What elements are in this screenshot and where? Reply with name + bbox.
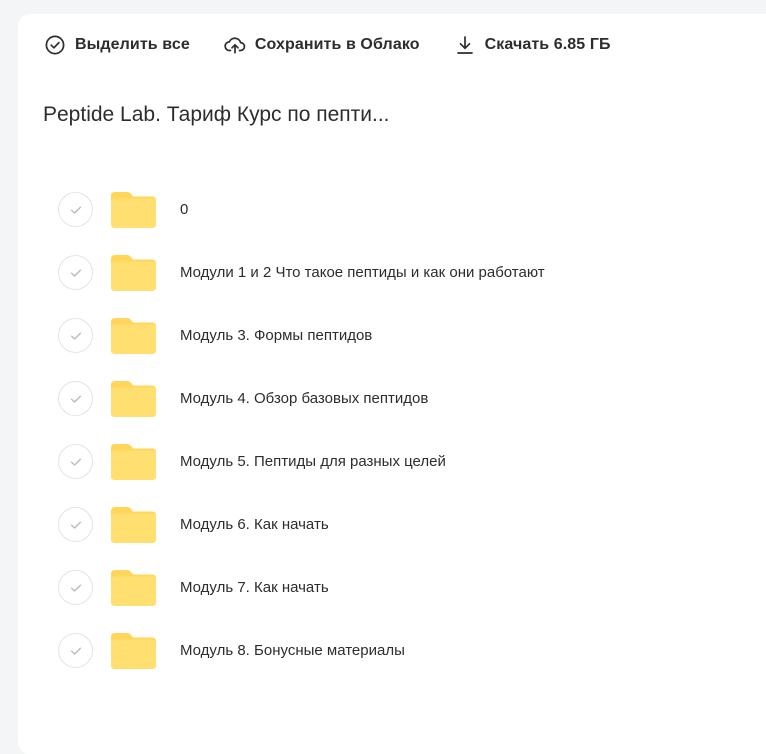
- select-checkbox[interactable]: [58, 633, 93, 668]
- checkmark-icon: [70, 269, 81, 277]
- checkmark-icon: [70, 332, 81, 340]
- select-all-button[interactable]: Выделить все: [44, 34, 190, 56]
- folder-icon: [111, 380, 156, 417]
- select-checkbox[interactable]: [58, 444, 93, 479]
- file-list: 0 Модули 1 и 2 Что такое пептиды и как о…: [58, 178, 738, 682]
- file-name: Модуль 3. Формы пептидов: [180, 327, 373, 344]
- list-item[interactable]: Модуль 8. Бонусные материалы: [58, 619, 738, 682]
- folder-icon: [111, 632, 156, 669]
- file-name: Модуль 7. Как начать: [180, 579, 329, 596]
- folder-title: Peptide Lab. Тариф Курс по пепти...: [43, 103, 390, 126]
- select-checkbox[interactable]: [58, 255, 93, 290]
- folder-icon: [111, 317, 156, 354]
- select-checkbox[interactable]: [58, 507, 93, 542]
- save-to-cloud-label: Сохранить в Облако: [254, 36, 420, 53]
- file-name: Модули 1 и 2 Что такое пептиды и как они…: [180, 264, 545, 281]
- select-all-label: Выделить все: [75, 36, 190, 53]
- file-name: Модуль 4. Обзор базовых пептидов: [180, 390, 429, 407]
- checkmark-icon: [70, 647, 81, 655]
- file-name: Модуль 6. Как начать: [180, 516, 329, 533]
- list-item[interactable]: Модуль 7. Как начать: [58, 556, 738, 619]
- select-checkbox[interactable]: [58, 192, 93, 227]
- toolbar: Выделить все Сохранить в Облако Скачать …: [44, 34, 645, 56]
- checkmark-icon: [70, 521, 81, 529]
- checkmark-icon: [70, 458, 81, 466]
- folder-icon: [111, 443, 156, 480]
- list-item[interactable]: Модуль 4. Обзор базовых пептидов: [58, 367, 738, 430]
- download-icon: [454, 34, 476, 56]
- download-label: Скачать 6.85 ГБ: [484, 36, 611, 53]
- file-name: 0: [180, 201, 189, 218]
- checkmark-icon: [70, 584, 81, 592]
- check-circle-icon: [44, 34, 66, 56]
- checkmark-icon: [70, 206, 81, 214]
- list-item[interactable]: Модуль 3. Формы пептидов: [58, 304, 738, 367]
- save-to-cloud-button[interactable]: Сохранить в Облако: [224, 34, 420, 56]
- list-item[interactable]: Модули 1 и 2 Что такое пептиды и как они…: [58, 241, 738, 304]
- download-button[interactable]: Скачать 6.85 ГБ: [454, 34, 611, 56]
- file-name: Модуль 8. Бонусные материалы: [180, 642, 405, 659]
- cloud-upload-icon: [224, 34, 246, 56]
- select-checkbox[interactable]: [58, 381, 93, 416]
- file-name: Модуль 5. Пептиды для разных целей: [180, 453, 446, 470]
- list-item[interactable]: 0: [58, 178, 738, 241]
- folder-icon: [111, 254, 156, 291]
- checkmark-icon: [70, 395, 81, 403]
- list-item[interactable]: Модуль 6. Как начать: [58, 493, 738, 556]
- select-checkbox[interactable]: [58, 318, 93, 353]
- select-checkbox[interactable]: [58, 570, 93, 605]
- folder-icon: [111, 569, 156, 606]
- list-item[interactable]: Модуль 5. Пептиды для разных целей: [58, 430, 738, 493]
- folder-icon: [111, 191, 156, 228]
- file-panel: Выделить все Сохранить в Облако Скачать …: [18, 14, 766, 754]
- folder-icon: [111, 506, 156, 543]
